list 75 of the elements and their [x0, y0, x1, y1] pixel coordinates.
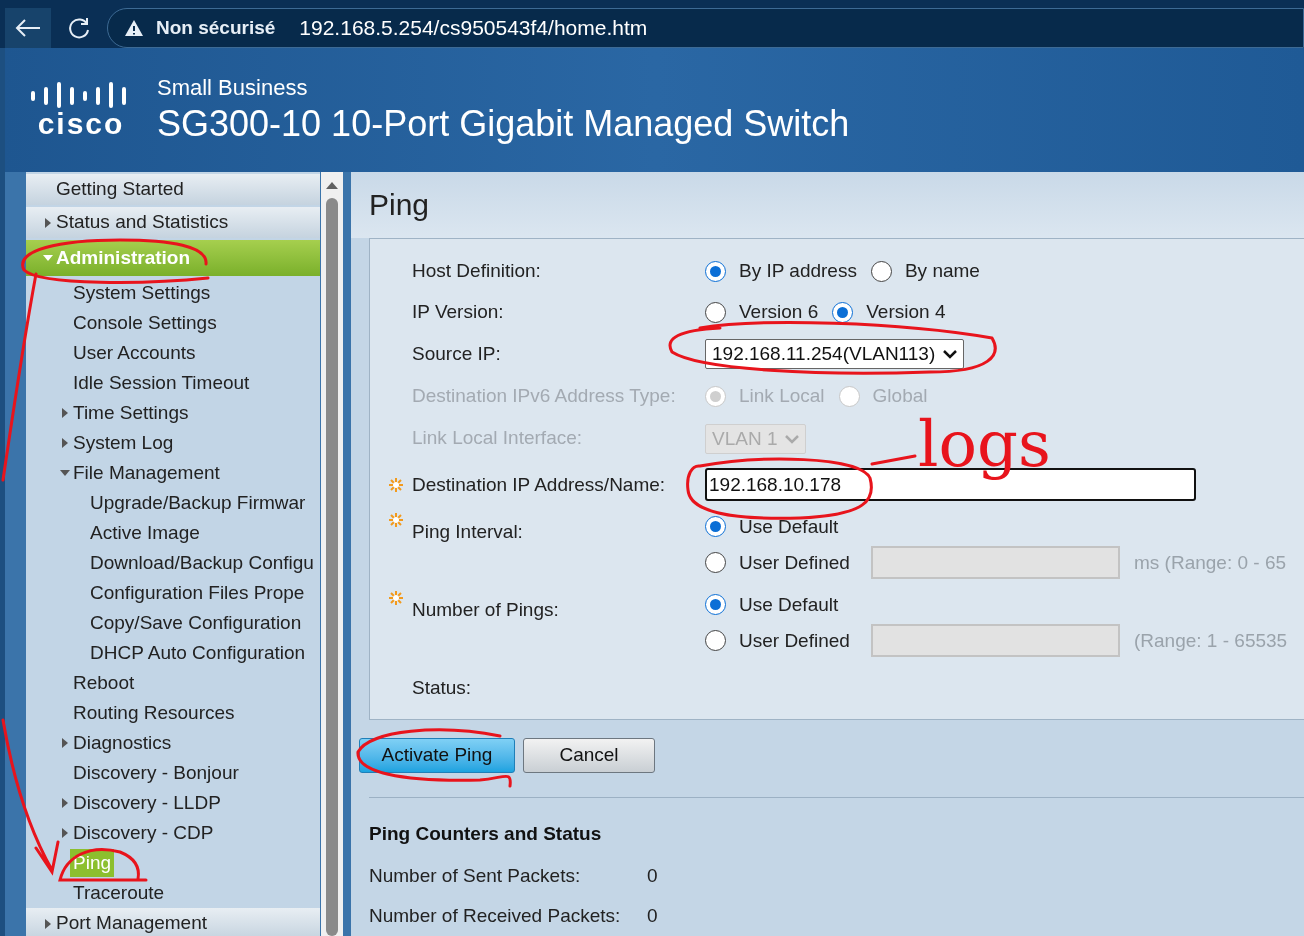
- range-hint: (Range: 1 - 65535: [1134, 628, 1288, 653]
- menu-item[interactable]: Traceroute: [73, 878, 165, 908]
- scrollbar[interactable]: [321, 172, 343, 936]
- radio-option[interactable]: Use Default: [705, 590, 857, 620]
- menu-item[interactable]: Idle Session Timeout: [73, 368, 250, 398]
- radio-option[interactable]: Version 6: [705, 298, 819, 327]
- radio-option[interactable]: Use Default: [705, 512, 857, 542]
- menu-item[interactable]: Configuration Files Prope: [90, 578, 305, 608]
- radio-option[interactable]: By name: [870, 257, 980, 286]
- menu-item[interactable]: File Management: [73, 458, 220, 488]
- field-label: Destination IP Address/Name:: [412, 472, 667, 497]
- section-heading: Ping Counters and Status: [369, 822, 603, 846]
- field-label: Number of Pings:: [412, 597, 560, 622]
- page-title: Ping: [369, 187, 430, 224]
- address-bar[interactable]: Non sécurisé 192.168.5.254/cs950543f4/home.htm: [107, 8, 1304, 48]
- product-title: SG300-10 10-Port Gigabit Managed Switch: [157, 102, 850, 147]
- collapsed-arrow-icon[interactable]: [59, 798, 70, 808]
- scroll-up-icon[interactable]: [325, 180, 339, 190]
- range-hint: ms (Range: 0 - 65: [1134, 550, 1287, 575]
- back-button[interactable]: [5, 8, 51, 48]
- collapsed-arrow-icon[interactable]: [42, 217, 53, 228]
- reload-icon: [66, 15, 92, 41]
- logo-text: cisco: [37, 109, 125, 139]
- field-label: Link Local Interface:: [412, 426, 584, 451]
- security-label: Non sécurisé: [156, 15, 276, 40]
- radio-option[interactable]: User Defined: [705, 626, 857, 656]
- collapsed-arrow-icon[interactable]: [59, 828, 70, 838]
- chevron-down-icon: [943, 349, 958, 360]
- counter-label: Number of Sent Packets:: [369, 863, 582, 888]
- collapsed-arrow-icon[interactable]: [59, 738, 70, 748]
- field-label: IP Version:: [412, 300, 505, 325]
- collapsed-arrow-icon[interactable]: [59, 408, 70, 418]
- menu-item[interactable]: User Accounts: [73, 338, 196, 368]
- menu-item[interactable]: Download/Backup Configu: [90, 548, 314, 578]
- chevron-down-icon: [785, 434, 800, 445]
- scrollbar-thumb[interactable]: [326, 198, 338, 936]
- menu-item[interactable]: System Log: [73, 428, 174, 458]
- collapsed-arrow-icon[interactable]: [59, 438, 70, 448]
- menu-item[interactable]: Reboot: [73, 668, 135, 698]
- product-subtitle: Small Business: [157, 73, 309, 102]
- menu-item[interactable]: Console Settings: [73, 308, 217, 338]
- collapsed-arrow-icon[interactable]: [42, 918, 53, 929]
- field-label: Destination IPv6 Address Type:: [412, 384, 677, 409]
- menu-item[interactable]: Copy/Save Configuration: [90, 608, 302, 638]
- field-label: Ping Interval:: [412, 519, 524, 544]
- warning-icon: [124, 19, 144, 37]
- radio-option[interactable]: User Defined: [705, 548, 857, 578]
- required-icon: [388, 589, 404, 606]
- counter-label: Number of Received Packets:: [369, 903, 622, 928]
- field-label: Source IP:: [412, 342, 502, 367]
- counter-value: 0: [647, 863, 658, 888]
- menu-item[interactable]: Discovery - CDP: [73, 818, 214, 848]
- radio-option[interactable]: By IP address: [705, 257, 857, 286]
- menu-item[interactable]: Diagnostics: [73, 728, 172, 758]
- field-label: Status:: [412, 675, 473, 700]
- activate-button[interactable]: Activate Ping: [359, 738, 515, 773]
- radio-option[interactable]: Version 4: [832, 298, 946, 327]
- menu-item[interactable]: Discovery - LLDP: [73, 788, 221, 818]
- menu-item[interactable]: Discovery - Bonjour: [73, 758, 239, 788]
- url-text: 192.168.5.254/cs950543f4/home.htm: [299, 15, 648, 42]
- hand-drawn-line: [870, 454, 917, 466]
- expanded-arrow-icon[interactable]: [59, 468, 70, 478]
- required-icon: [388, 476, 404, 493]
- cancel-button[interactable]: Cancel: [523, 738, 655, 773]
- menu-item[interactable]: Upgrade/Backup Firmwar: [90, 488, 306, 518]
- menu-item[interactable]: Routing Resources: [73, 698, 235, 728]
- menu-item[interactable]: Active Image: [90, 518, 200, 548]
- menu-item[interactable]: Time Settings: [73, 398, 189, 428]
- required-icon: [388, 511, 404, 528]
- menu-item[interactable]: System Settings: [73, 278, 211, 308]
- menu-item[interactable]: DHCP Auto Configuration: [90, 638, 306, 668]
- counter-value: 0: [647, 903, 658, 928]
- back-arrow-icon: [15, 18, 41, 38]
- field-label: Host Definition:: [412, 259, 542, 284]
- dropdown[interactable]: 192.168.11.254(VLAN113): [705, 339, 965, 370]
